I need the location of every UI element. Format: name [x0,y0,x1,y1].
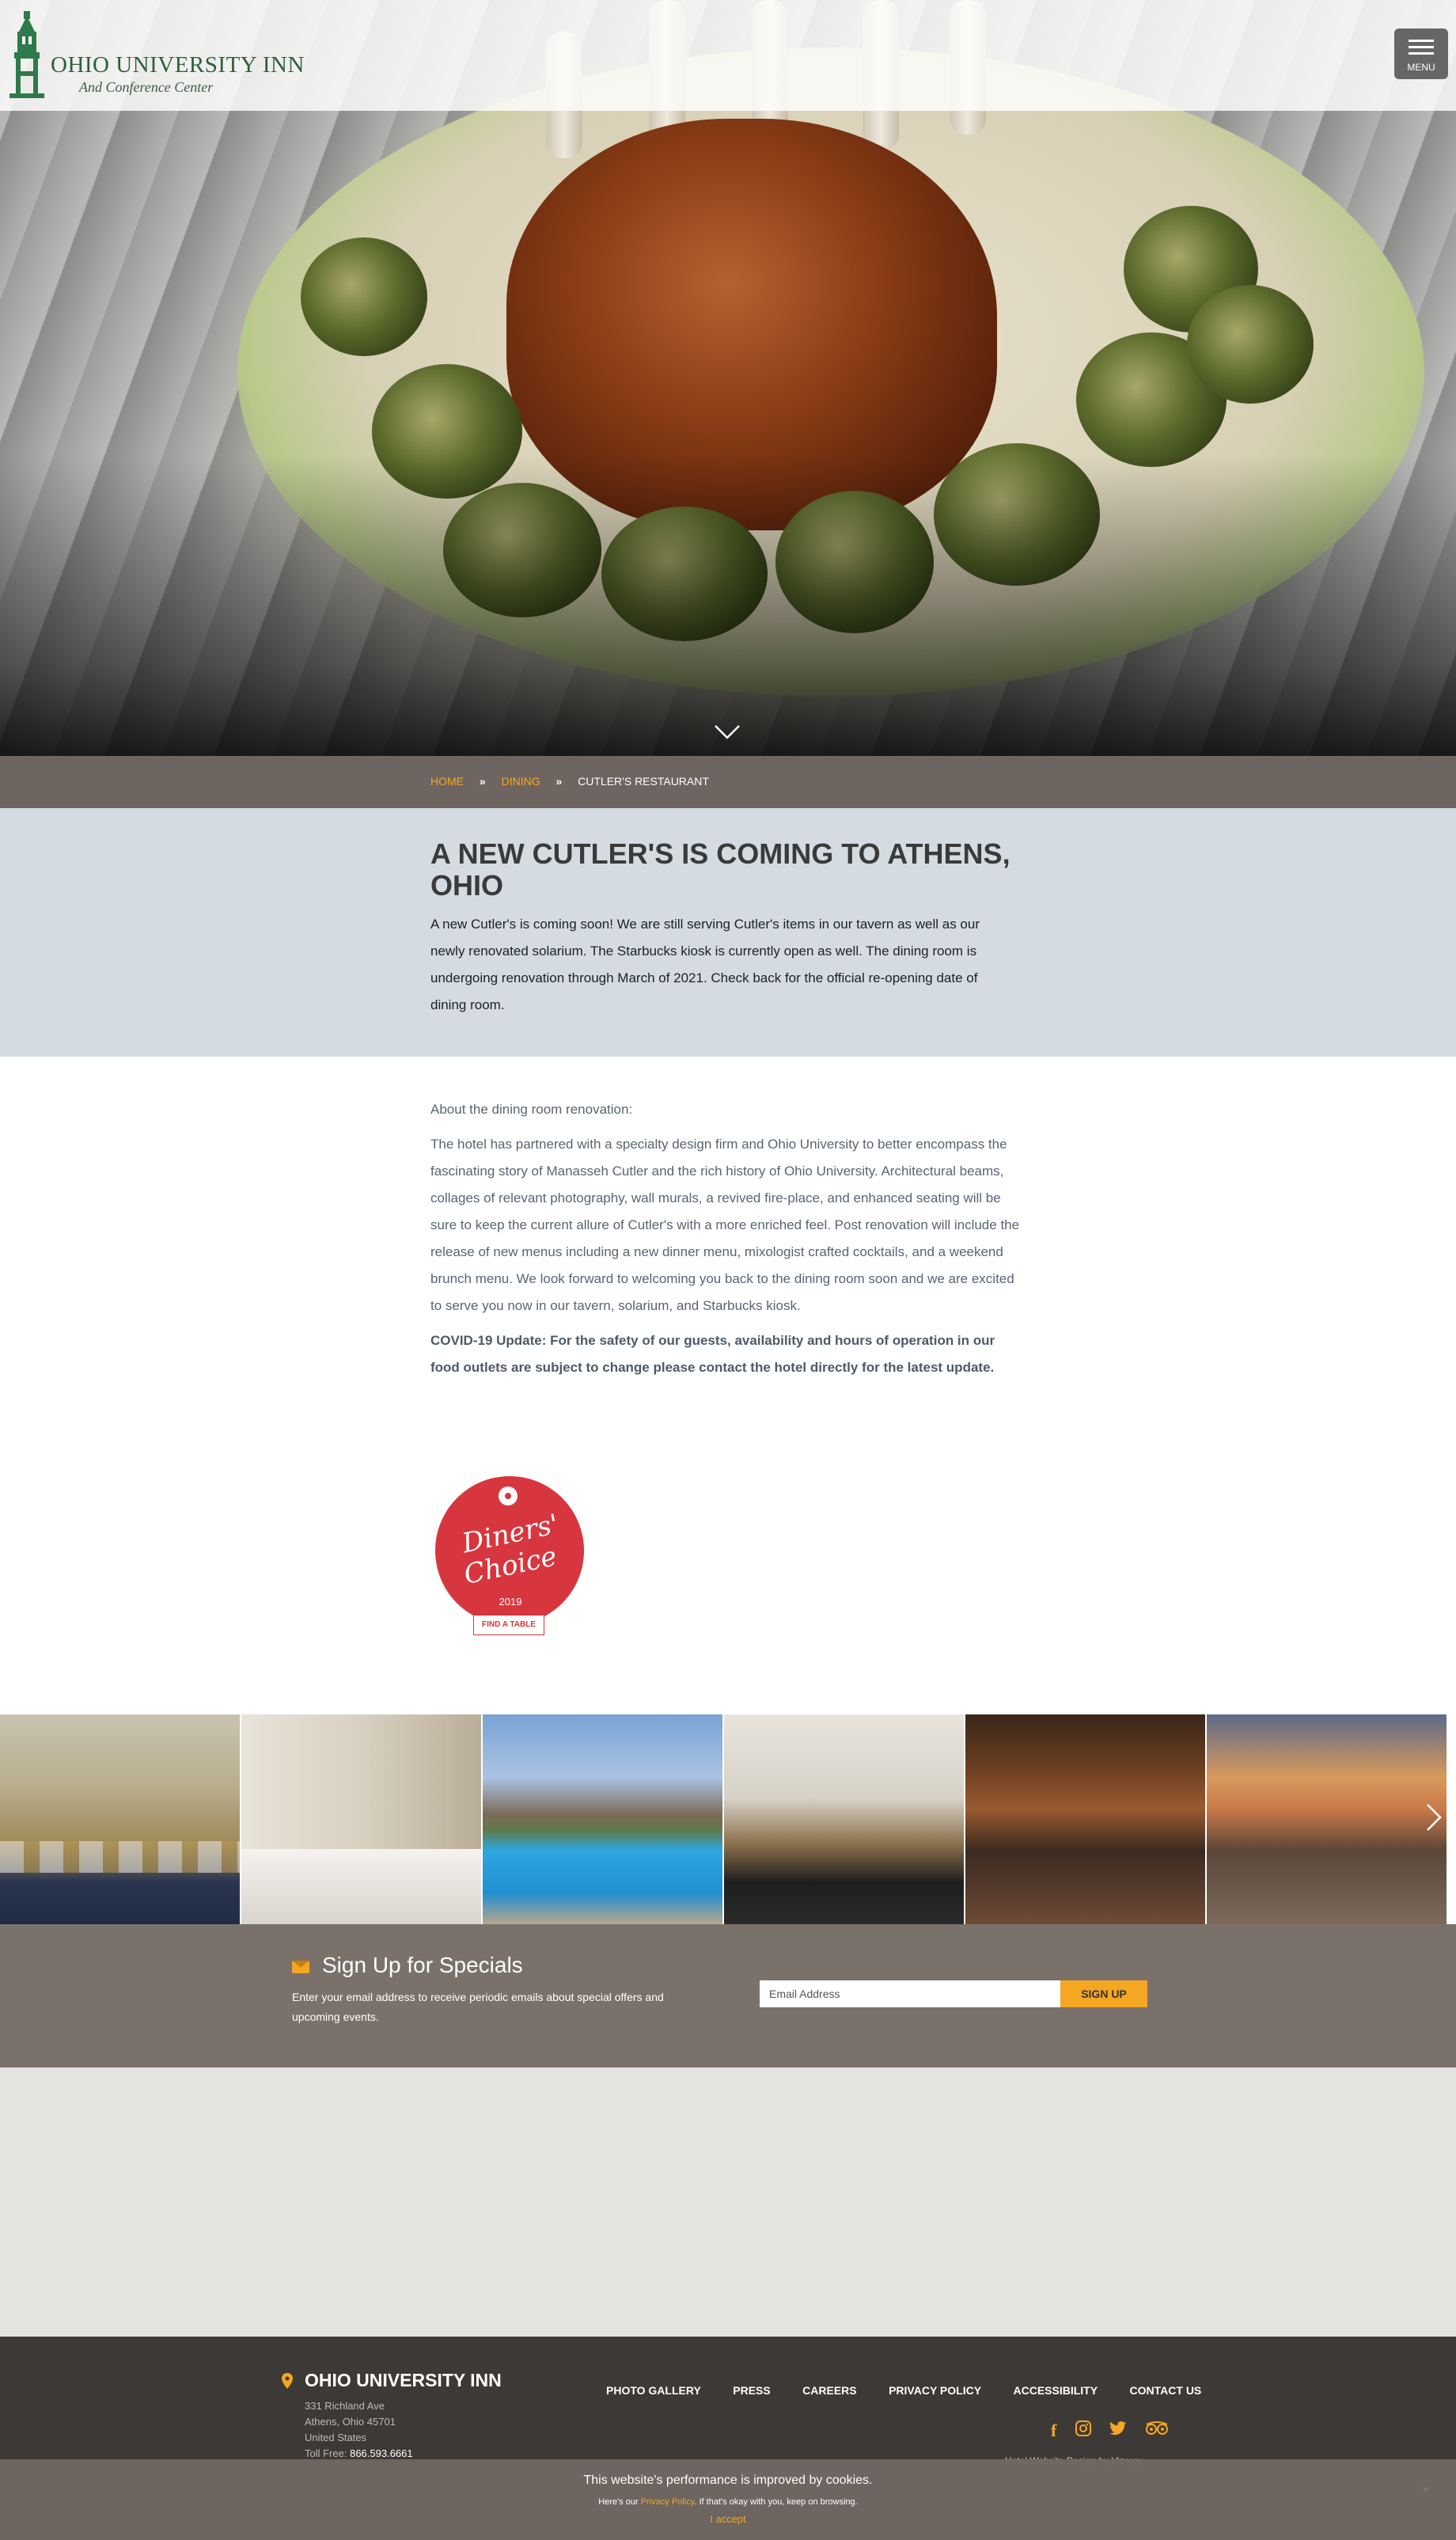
footer-address: 331 Richland Ave Athens, Ohio 45701 Unit… [305,2398,413,2462]
breadcrumb-current: CUTLER'S RESTAURANT [578,775,709,788]
specials-signup: Sign Up for Specials Enter your email ad… [0,1924,1456,2067]
instagram-icon[interactable] [1075,2420,1092,2442]
diners-choice-badge[interactable]: Diners' Choice 2019 FIND A TABLE [434,1472,587,1638]
cookie-message: This website's performance is improved b… [583,2474,873,2487]
sign-up-button[interactable]: SIGN UP [1060,1980,1147,2007]
opentable-icon [499,1486,518,1505]
scroll-down-icon[interactable] [714,719,741,746]
breadcrumb-separator: » [479,775,486,788]
footer-hotel-name: OHIO UNIVERSITY INN [305,2370,502,2390]
carousel-next-icon[interactable] [1424,1802,1443,1833]
logo-name: OHIO UNIVERSITY INN [51,52,305,78]
gallery-image-banquet-hall[interactable] [0,1714,241,1924]
menu-button[interactable]: MENU [1394,28,1448,79]
covid-update: COVID-19 Update: For the safety of our g… [430,1333,995,1375]
breadcrumb-dining[interactable]: DINING [502,775,540,788]
cookie-accept-button[interactable]: I accept [688,2513,768,2525]
facebook-icon[interactable]: f [1051,2420,1056,2441]
main-content: About the dining room renovation: The ho… [430,1096,1024,1389]
cookie-close-icon[interactable]: × [1423,2483,1429,2496]
gallery-image-patio-fireplace[interactable] [1207,1714,1447,1924]
logo-tagline: And Conference Center [79,79,214,95]
email-field[interactable] [760,1980,1060,2007]
hamburger-icon [1409,40,1434,42]
footer-nav: PHOTO GALLERY PRESS CAREERS PRIVACY POLI… [606,2384,1230,2398]
photo-gallery-carousel [0,1714,1456,1924]
signup-description: Enter your email address to receive peri… [292,1991,664,2023]
gallery-image-tavern-bar[interactable] [965,1714,1206,1924]
gallery-image-boardroom[interactable] [724,1714,965,1924]
tollfree-label: Toll Free: [305,2447,347,2459]
breadcrumb-home[interactable]: HOME [430,775,464,788]
announcement-text: A new Cutler's is coming soon! We are st… [430,917,980,1012]
hero-image [0,0,1456,756]
renovation-text: The hotel has partnered with a specialty… [430,1137,1020,1313]
footer-link-press[interactable]: PRESS [733,2384,770,2397]
brussels-sprout [301,237,427,356]
phone-link[interactable]: 866.593.6661 [350,2447,413,2459]
address-country: United States [305,2432,367,2443]
address-street: 331 Richland Ave [305,2400,385,2412]
address-city: Athens, Ohio 45701 [305,2416,396,2428]
cupola-logo-icon [9,11,44,98]
content-spacer [0,2067,1456,2337]
breadcrumb-separator: » [555,775,563,788]
footer-link-privacy-policy[interactable]: PRIVACY POLICY [889,2384,981,2397]
twitter-icon[interactable] [1109,2420,1127,2441]
footer-link-careers[interactable]: CAREERS [802,2384,856,2397]
footer-link-contact-us[interactable]: CONTACT US [1130,2384,1202,2397]
social-links: f [1037,2420,1169,2442]
gallery-image-outdoor-pool[interactable] [483,1714,723,1924]
find-a-table-button[interactable]: FIND A TABLE [473,1615,544,1635]
signup-title: Sign Up for Specials [322,1953,523,1977]
privacy-policy-link[interactable]: Privacy Policy [641,2497,695,2507]
site-header: OHIO UNIVERSITY INN And Conference Cente… [0,0,1456,111]
tripadvisor-icon[interactable] [1145,2420,1169,2441]
gallery-image-guest-room[interactable] [241,1714,482,1924]
map-pin-icon [282,2373,293,2389]
badge-year: 2019 [499,1596,522,1608]
envelope-icon [292,1961,309,1973]
renovation-heading: About the dining room renovation: [430,1102,633,1117]
site-logo[interactable]: OHIO UNIVERSITY INN And Conference Cente… [8,8,304,103]
footer-link-photo-gallery[interactable]: PHOTO GALLERY [606,2384,701,2397]
announcement-section: A NEW CUTLER'S IS COMING TO ATHENS, OHIO… [0,808,1456,1057]
cookie-banner: This website's performance is improved b… [0,2459,1456,2540]
cookie-subtext: Here's our Privacy Policy. If that's oka… [598,2497,858,2507]
menu-label: MENU [1407,62,1435,73]
footer-link-accessibility[interactable]: ACCESSIBILITY [1014,2384,1098,2397]
breadcrumb: HOME » DINING » CUTLER'S RESTAURANT [0,756,1456,808]
page-title: A NEW CUTLER'S IS COMING TO ATHENS, OHIO [430,837,1010,902]
brussels-sprout [1187,285,1314,404]
